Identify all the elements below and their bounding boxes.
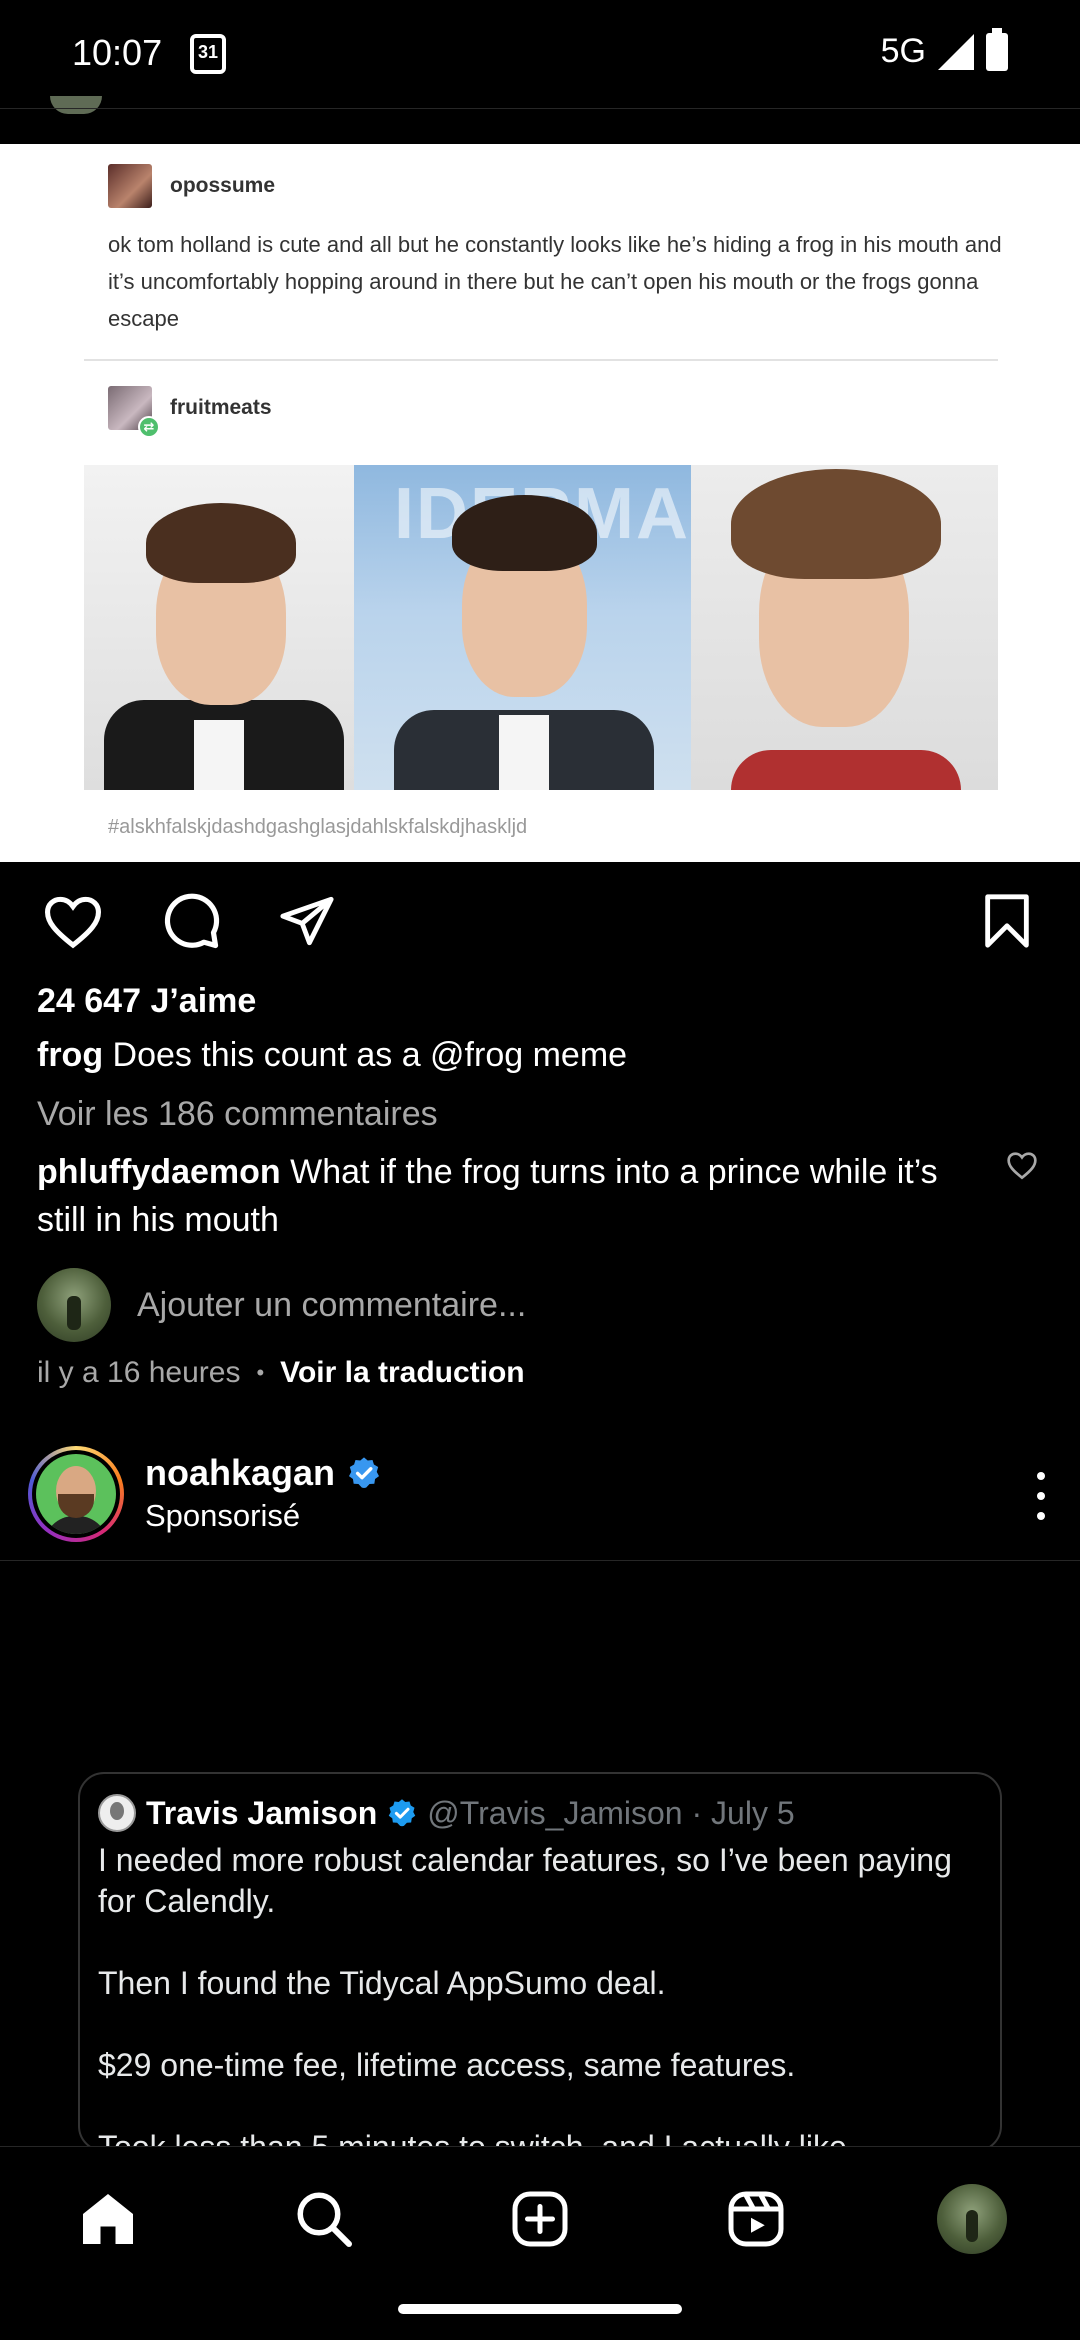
post-caption: frog Does this count as a @frog meme	[37, 1036, 1037, 1075]
calendar-icon: 31	[190, 34, 226, 74]
tweet-author-name: Travis Jamison	[146, 1794, 378, 1831]
save-button[interactable]	[972, 886, 1042, 956]
portrait-photo	[84, 465, 354, 790]
tumblr-username: opossume	[170, 174, 276, 197]
view-all-comments-link[interactable]: Voir les 186 commentaires	[37, 1095, 438, 1134]
portrait-photo	[691, 465, 998, 790]
nav-home[interactable]	[68, 2179, 148, 2259]
see-translation-link[interactable]: Voir la traduction	[280, 1356, 524, 1390]
sponsored-post-header: noahkagan Sponsorisé	[0, 1446, 1080, 1560]
caption-text: Does this count as a @frog meme	[103, 1036, 628, 1074]
network-type: 5G	[880, 32, 926, 70]
send-icon	[280, 896, 334, 946]
heart-icon	[44, 896, 102, 949]
add-comment-row[interactable]: Ajouter un commentaire...	[37, 1268, 526, 1342]
avatar	[98, 1794, 136, 1832]
divider	[0, 108, 1080, 109]
verified-badge-icon	[388, 1799, 416, 1827]
more-dot	[1037, 1512, 1045, 1520]
photo-strip: IDERMAN	[84, 465, 998, 790]
home-indicator[interactable]	[398, 2304, 682, 2314]
verified-badge-icon	[349, 1457, 380, 1489]
tumblr-avatar: ⇄	[108, 386, 160, 438]
tumblr-user-row: opossume	[108, 164, 275, 208]
post-actions	[0, 886, 1080, 956]
avatar	[37, 1268, 111, 1342]
reels-icon	[728, 2191, 784, 2247]
post-time: il y a 16 heures	[37, 1356, 241, 1389]
bookmark-icon	[985, 894, 1029, 948]
tumblr-avatar	[108, 164, 152, 208]
comment-username[interactable]: phluffydaemon	[37, 1153, 281, 1191]
post-image[interactable]: opossume ok tom holland is cute and all …	[0, 144, 1080, 862]
heart-icon	[1007, 1152, 1037, 1180]
sponsor-username-row[interactable]: noahkagan	[145, 1452, 381, 1494]
comment-like-button[interactable]	[1006, 1150, 1038, 1182]
nav-create[interactable]	[500, 2179, 580, 2259]
comment-button[interactable]	[156, 886, 226, 956]
share-button[interactable]	[272, 886, 342, 956]
post-meta: il y a 16 heures • Voir la traduction	[37, 1356, 525, 1390]
more-dot	[1037, 1492, 1045, 1500]
plus-square-icon	[512, 2191, 568, 2247]
add-comment-input[interactable]: Ajouter un commentaire...	[137, 1286, 526, 1325]
comment: phluffydaemon What if the frog turns int…	[37, 1148, 977, 1244]
divider	[0, 1560, 1080, 1561]
calendar-day: 31	[197, 42, 219, 62]
tumblr-user-row: ⇄ fruitmeats	[108, 386, 272, 438]
separator: •	[256, 1360, 265, 1385]
battery-icon	[986, 27, 1008, 71]
caption-username[interactable]: frog	[37, 1036, 103, 1074]
nav-search[interactable]	[284, 2179, 364, 2259]
story-avatar[interactable]	[28, 1446, 124, 1542]
tumblr-post-text: ok tom holland is cute and all but he co…	[108, 232, 1002, 331]
signal-icon	[938, 33, 974, 70]
tumblr-divider	[84, 359, 998, 361]
avatar	[937, 2184, 1007, 2254]
tumblr-username: fruitmeats	[170, 396, 272, 419]
tweet-body: I needed more robust calendar features, …	[98, 1842, 952, 2152]
nav-profile[interactable]	[932, 2179, 1012, 2259]
sponsored-label: Sponsorisé	[145, 1498, 301, 1533]
status-indicators: 5G	[880, 27, 1008, 71]
avatar	[36, 1454, 116, 1534]
status-time: 10:07	[72, 32, 163, 73]
tweet-card[interactable]: Travis Jamison @Travis_Jamison · July 5 …	[78, 1772, 1002, 2152]
sponsor-username[interactable]: noahkagan	[145, 1452, 335, 1494]
tweet-handle-date: @Travis_Jamison · July 5	[427, 1794, 795, 1831]
reblog-icon: ⇄	[138, 416, 160, 438]
home-icon	[83, 2194, 133, 2244]
previous-post-avatar	[50, 96, 102, 114]
portrait-photo: IDERMAN	[354, 465, 691, 790]
more-dot	[1037, 1472, 1045, 1480]
more-options-button[interactable]	[1026, 1472, 1056, 1520]
like-button[interactable]	[38, 886, 108, 956]
tweet-header: Travis Jamison @Travis_Jamison · July 5	[98, 1794, 795, 1832]
status-bar: 10:07 31 5G	[0, 0, 1080, 108]
nav-reels[interactable]	[716, 2179, 796, 2259]
like-count[interactable]: 24 647 J’aime	[37, 982, 256, 1021]
search-icon	[297, 2192, 352, 2247]
comment-icon	[164, 893, 220, 949]
tumblr-tags: #alskhfalskjdashdgashglasjdahlskfalskdjh…	[108, 816, 528, 838]
